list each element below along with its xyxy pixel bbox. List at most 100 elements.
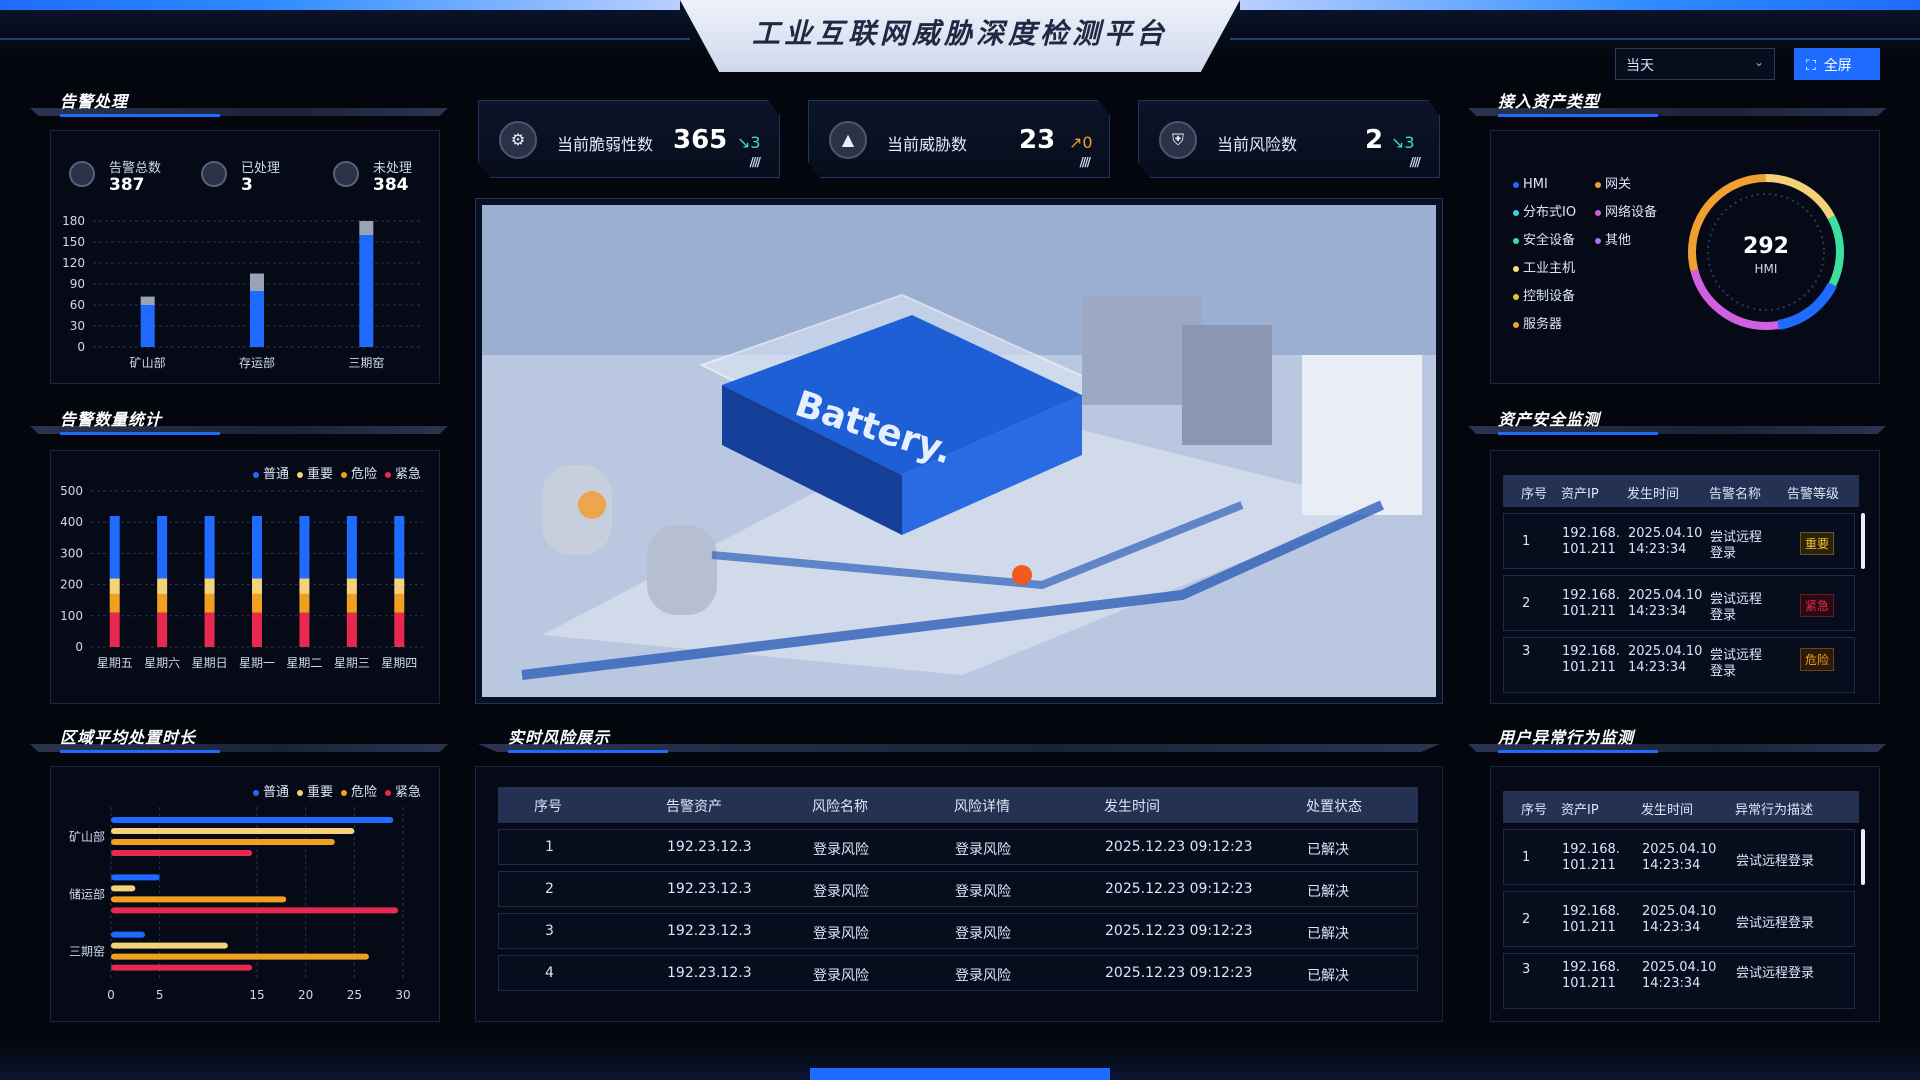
asset-table-body[interactable]: 1 192.168. 101.211 2025.04.10 14:23:34 尝…	[1503, 511, 1859, 695]
legend-item[interactable]: 安全设备	[1513, 227, 1576, 255]
legend-item[interactable]: 服务器	[1513, 311, 1576, 339]
legend-item[interactable]: 危险	[340, 785, 377, 800]
stat-label: 当前脆弱性数	[557, 135, 654, 154]
gauge-label: HMI	[1755, 262, 1778, 276]
heading-accent	[60, 750, 220, 753]
alarm-bar-chart: 180 150 120 90 60 30 0 矿山部 存运部 三期窑	[62, 214, 421, 370]
legend-item[interactable]: 重要	[296, 785, 333, 800]
scrollbar-thumb[interactable]	[1861, 829, 1865, 885]
x-tick-label: 星期四	[381, 656, 417, 670]
legend-item[interactable]: 控制设备	[1513, 283, 1576, 311]
bar	[111, 817, 394, 823]
y-tick-label: 500	[60, 484, 83, 498]
stat-card-threat: ▲ 当前威胁数 23 ↗0 ////	[808, 100, 1110, 178]
fullscreen-label: 全屏	[1823, 58, 1852, 74]
legend-item[interactable]: 紧急	[384, 785, 421, 800]
cell-ip: 101.211	[1562, 542, 1616, 557]
legend-item[interactable]: 危险	[340, 467, 377, 482]
y-tick-label: 200	[60, 578, 83, 592]
legend-label: 其他	[1605, 233, 1632, 248]
cell-ip: 101.211	[1562, 660, 1616, 675]
alarm-total-value: 387	[109, 175, 145, 195]
table-row[interactable]: 2 192.23.12.3 登录风险 登录风险 2025.12.23 09:12…	[498, 871, 1418, 907]
heading-accent	[1498, 750, 1658, 753]
scrollbar-thumb[interactable]	[1861, 513, 1865, 569]
cell-ip: 101.211	[1562, 604, 1616, 619]
cell-asset: 192.23.12.3	[667, 881, 752, 897]
date-range-select[interactable]: 当天 ⌄	[1615, 48, 1775, 80]
level-badge: 危险	[1800, 648, 1835, 671]
table-row[interactable]: 4 192.23.12.3 登录风险 登录风险 2025.12.23 09:12…	[498, 955, 1418, 991]
table-row[interactable]: 3 192.23.12.3 登录风险 登录风险 2025.12.23 09:12…	[498, 913, 1418, 949]
col-header: 风险名称	[812, 799, 868, 815]
date-range-value: 当天	[1626, 58, 1654, 74]
bar	[111, 907, 399, 914]
alarm-total-label: 告警总数	[109, 161, 162, 176]
legend-dot	[384, 471, 391, 478]
legend-dot	[1513, 209, 1519, 216]
legend-item[interactable]: 其他	[1595, 227, 1657, 255]
legend-item[interactable]: 工业主机	[1513, 255, 1576, 283]
legend-item[interactable]: 重要	[296, 467, 333, 482]
cell-no: 2	[545, 881, 554, 897]
y-tick-label: 180	[62, 214, 85, 228]
table-row[interactable]: 1 192.168. 101.211 2025.04.10 14:23:34 尝…	[1503, 513, 1855, 569]
realtime-heading: 实时风险展示	[478, 724, 1440, 756]
col-header: 序号	[1521, 803, 1548, 818]
bar	[111, 839, 335, 845]
y-tick-label: 300	[60, 546, 83, 560]
legend-label: 危险	[350, 467, 377, 482]
table-row[interactable]: 1 192.168. 101.211 2025.04.10 14:23:34 尝…	[1503, 829, 1855, 885]
legend-item[interactable]: 网关	[1595, 171, 1657, 199]
bar-segment	[394, 593, 405, 613]
x-tick-label: 20	[298, 988, 313, 1002]
bar-segment	[299, 578, 310, 594]
factory-scene-viewport[interactable]: Battery.	[475, 198, 1443, 704]
table-row[interactable]: 2 192.168. 101.211 2025.04.10 14:23:34 尝…	[1503, 575, 1855, 631]
alarm-count-legend: 普通 重要 危险 紧急	[245, 463, 421, 482]
stat-value: 23	[1019, 125, 1056, 155]
col-header: 风险详情	[954, 799, 1010, 815]
behavior-table-header: 序号 资产IP 发生时间 异常行为描述	[1503, 791, 1859, 823]
fullscreen-button[interactable]: ⛶ 全屏	[1794, 48, 1880, 80]
cell-date: 2025.04.10	[1628, 644, 1703, 659]
legend-label: 安全设备	[1523, 233, 1576, 248]
legend-item[interactable]: 紧急	[384, 467, 421, 482]
table-row[interactable]: 3 192.168. 101.211 2025.04.10 14:23:34 尝…	[1503, 953, 1855, 1009]
bar-segment	[204, 612, 215, 647]
stat-delta-value: 0	[1082, 133, 1093, 152]
cell-ip: 192.168.	[1562, 842, 1620, 857]
heading-accent	[1498, 114, 1658, 117]
legend-label: 危险	[350, 785, 377, 800]
y-tick-label: 400	[60, 515, 83, 529]
y-tick-label: 100	[60, 609, 83, 623]
table-row[interactable]: 2 192.168. 101.211 2025.04.10 14:23:34 尝…	[1503, 891, 1855, 947]
stat-delta: ↘3	[1391, 133, 1415, 152]
bar	[111, 964, 253, 971]
bar	[111, 885, 136, 892]
legend-item[interactable]: HMI	[1513, 171, 1576, 199]
legend-item[interactable]: 网络设备	[1595, 199, 1657, 227]
alarm-done-label: 已处理	[241, 161, 281, 176]
cell-time: 2025.12.23 09:12:23	[1105, 965, 1253, 981]
cell-no: 3	[1522, 644, 1531, 659]
legend-item[interactable]: 普通	[252, 467, 289, 482]
legend-label: 网络设备	[1605, 205, 1658, 220]
asset-security-panel: 序号 资产IP 发生时间 告警名称 告警等级 1 192.168. 101.21…	[1490, 450, 1880, 704]
bar-segment	[299, 593, 310, 613]
bar	[111, 896, 287, 903]
legend-label: 服务器	[1523, 317, 1563, 332]
bar-segment	[252, 515, 262, 579]
table-row[interactable]: 3 192.168. 101.211 2025.04.10 14:23:34 尝…	[1503, 637, 1855, 693]
trend-up-icon: ↗	[1069, 133, 1083, 152]
legend-item[interactable]: 普通	[252, 785, 289, 800]
factory-scene-image: Battery.	[482, 205, 1436, 697]
table-row[interactable]: 1 192.23.12.3 登录风险 登录风险 2025.12.23 09:12…	[498, 829, 1418, 865]
cell-no: 2	[1522, 596, 1531, 611]
alarm-panel: 告警总数 387 已处理 3 未处理 384 180 150 120 90 60 30 0 矿…	[50, 130, 440, 384]
trend-down-icon: ↘	[737, 133, 751, 152]
legend-dot	[340, 471, 347, 478]
behavior-table-body[interactable]: 1 192.168. 101.211 2025.04.10 14:23:34 尝…	[1503, 827, 1859, 1011]
legend-item[interactable]: 分布式IO	[1513, 199, 1576, 227]
x-tick-label: 存运部	[239, 355, 275, 370]
